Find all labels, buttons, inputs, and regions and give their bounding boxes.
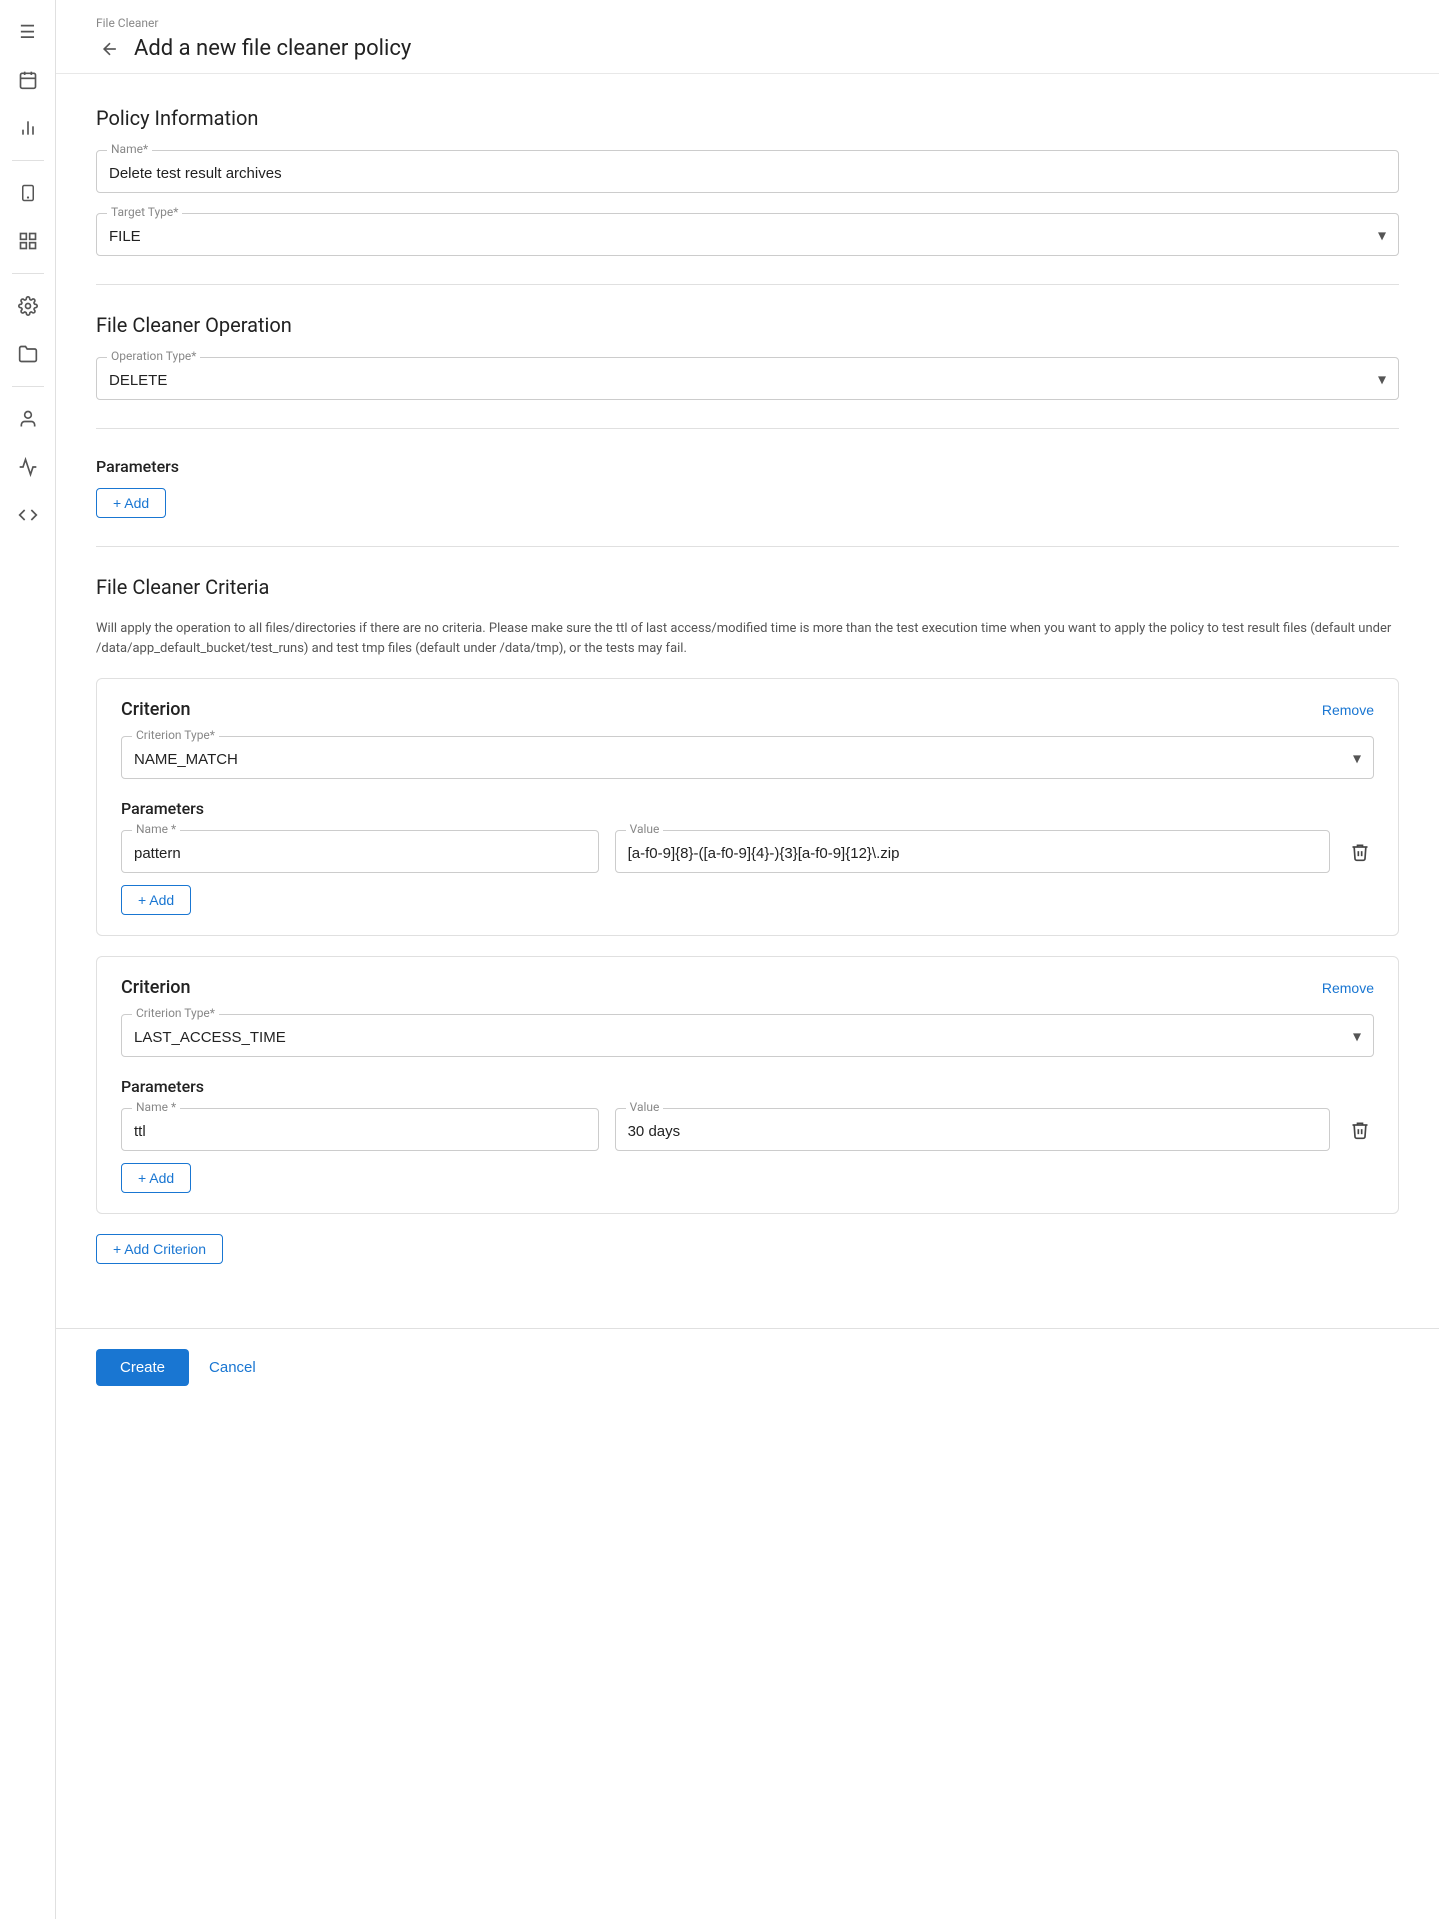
criteria-info-text: Will apply the operation to all files/di… (96, 619, 1399, 658)
operation-type-field-group: Operation Type* DELETE ARCHIVE MOVE ▾ (96, 357, 1399, 400)
operation-type-label: Operation Type* (107, 349, 200, 363)
scrollable-content: Policy Information Name* Target Type* FI… (56, 74, 1439, 1320)
target-type-label: Target Type* (107, 205, 182, 219)
criterion-card-2: Criterion Remove Criterion Type* NAME_MA… (96, 956, 1399, 1214)
criterion-2-param-value-wrapper: Value (615, 1108, 1330, 1151)
code-icon[interactable] (8, 495, 48, 535)
cancel-button[interactable]: Cancel (201, 1349, 264, 1386)
criterion-1-param-value-wrapper: Value (615, 830, 1330, 873)
criterion-1-add-param-button[interactable]: + Add (121, 885, 191, 915)
criterion-2-param-delete-button[interactable] (1346, 1116, 1374, 1144)
criterion-card-1: Criterion Remove Criterion Type* NAME_MA… (96, 678, 1399, 936)
criterion-2-add-param-button[interactable]: + Add (121, 1163, 191, 1193)
criterion-2-param-name-input[interactable] (122, 1109, 598, 1150)
settings-icon[interactable] (8, 286, 48, 326)
criterion-2-type-wrapper: Criterion Type* NAME_MATCH LAST_ACCESS_T… (121, 1014, 1374, 1057)
top-parameters-title: Parameters (96, 457, 1399, 476)
top-parameters-section: Parameters + Add (96, 457, 1399, 518)
divider-op-params (96, 428, 1399, 429)
criterion-2-param-name-label: Name * (132, 1100, 180, 1114)
layers-icon[interactable] (8, 221, 48, 261)
breadcrumb: File Cleaner (96, 16, 1399, 30)
criterion-1-param-name-input[interactable] (122, 831, 598, 872)
criterion-2-params-title: Parameters (121, 1077, 1374, 1096)
page-title: Add a new file cleaner policy (134, 36, 411, 61)
mobile-icon[interactable] (8, 173, 48, 213)
divider-2 (12, 273, 44, 274)
criterion-1-title: Criterion (121, 699, 191, 720)
criterion-1-type-label: Criterion Type* (132, 728, 219, 742)
criterion-1-type-field-group: Criterion Type* NAME_MATCH LAST_ACCESS_T… (121, 736, 1374, 779)
folder-icon[interactable] (8, 334, 48, 374)
person-icon[interactable] (8, 399, 48, 439)
divider-params-criteria (96, 546, 1399, 547)
page-header: File Cleaner Add a new file cleaner poli… (56, 0, 1439, 74)
criterion-1-type-wrapper: Criterion Type* NAME_MATCH LAST_ACCESS_T… (121, 736, 1374, 779)
criterion-1-param-name-wrapper: Name * (121, 830, 599, 873)
bottom-actions: Create Cancel (56, 1328, 1439, 1406)
criterion-2-header: Criterion Remove (121, 977, 1374, 998)
target-type-field-group: Target Type* FILE DIRECTORY ▾ (96, 213, 1399, 256)
calendar-icon[interactable] (8, 60, 48, 100)
criterion-2-param-value-input[interactable] (616, 1109, 1329, 1150)
back-button[interactable] (96, 37, 124, 61)
target-type-field-wrapper: Target Type* FILE DIRECTORY ▾ (96, 213, 1399, 256)
criterion-1-remove-button[interactable]: Remove (1322, 702, 1374, 718)
criterion-2-param-value-label: Value (626, 1100, 664, 1114)
name-field-wrapper: Name* (96, 150, 1399, 193)
operation-type-field-wrapper: Operation Type* DELETE ARCHIVE MOVE ▾ (96, 357, 1399, 400)
criterion-1-param-value-label: Value (626, 822, 664, 836)
main-content: File Cleaner Add a new file cleaner poli… (56, 0, 1439, 1919)
criterion-1-type-select[interactable]: NAME_MATCH LAST_ACCESS_TIME MODIFIED_TIM… (122, 737, 1373, 778)
criterion-2-title: Criterion (121, 977, 191, 998)
operation-type-select[interactable]: DELETE ARCHIVE MOVE (97, 358, 1398, 399)
policy-information-title: Policy Information (96, 106, 1399, 130)
name-input[interactable] (97, 151, 1398, 192)
criterion-1-param-value-input[interactable] (616, 831, 1329, 872)
chart-icon[interactable] (8, 108, 48, 148)
criterion-2-type-field-group: Criterion Type* NAME_MATCH LAST_ACCESS_T… (121, 1014, 1374, 1057)
divider-3 (12, 386, 44, 387)
sidebar: ☰ (0, 0, 56, 1919)
criterion-2-type-label: Criterion Type* (132, 1006, 219, 1020)
criterion-1-params-title: Parameters (121, 799, 1374, 818)
dashboard-icon[interactable] (8, 447, 48, 487)
criterion-2-param-name-wrapper: Name * (121, 1108, 599, 1151)
criterion-2-param-row-1: Name * Value (121, 1108, 1374, 1151)
criterion-1-header: Criterion Remove (121, 699, 1374, 720)
list-icon[interactable]: ☰ (8, 12, 48, 52)
add-criterion-button[interactable]: + Add Criterion (96, 1234, 223, 1264)
name-field-group: Name* (96, 150, 1399, 193)
file-cleaner-operation-section: File Cleaner Operation Operation Type* D… (96, 313, 1399, 400)
criterion-1-param-name-label: Name * (132, 822, 180, 836)
criterion-2-type-select[interactable]: NAME_MATCH LAST_ACCESS_TIME MODIFIED_TIM… (122, 1015, 1373, 1056)
file-cleaner-operation-title: File Cleaner Operation (96, 313, 1399, 337)
create-button[interactable]: Create (96, 1349, 189, 1386)
criterion-1-param-delete-button[interactable] (1346, 838, 1374, 866)
criterion-1-param-row-1: Name * Value (121, 830, 1374, 873)
divider-1 (12, 160, 44, 161)
top-add-button[interactable]: + Add (96, 488, 166, 518)
criterion-2-remove-button[interactable]: Remove (1322, 980, 1374, 996)
policy-information-section: Policy Information Name* Target Type* FI… (96, 106, 1399, 256)
file-cleaner-criteria-section: File Cleaner Criteria Will apply the ope… (96, 575, 1399, 1214)
divider-policy-op (96, 284, 1399, 285)
target-type-select[interactable]: FILE DIRECTORY (97, 214, 1398, 255)
name-label: Name* (107, 142, 152, 156)
file-cleaner-criteria-title: File Cleaner Criteria (96, 575, 1399, 599)
add-criterion-row: + Add Criterion (96, 1234, 1399, 1264)
